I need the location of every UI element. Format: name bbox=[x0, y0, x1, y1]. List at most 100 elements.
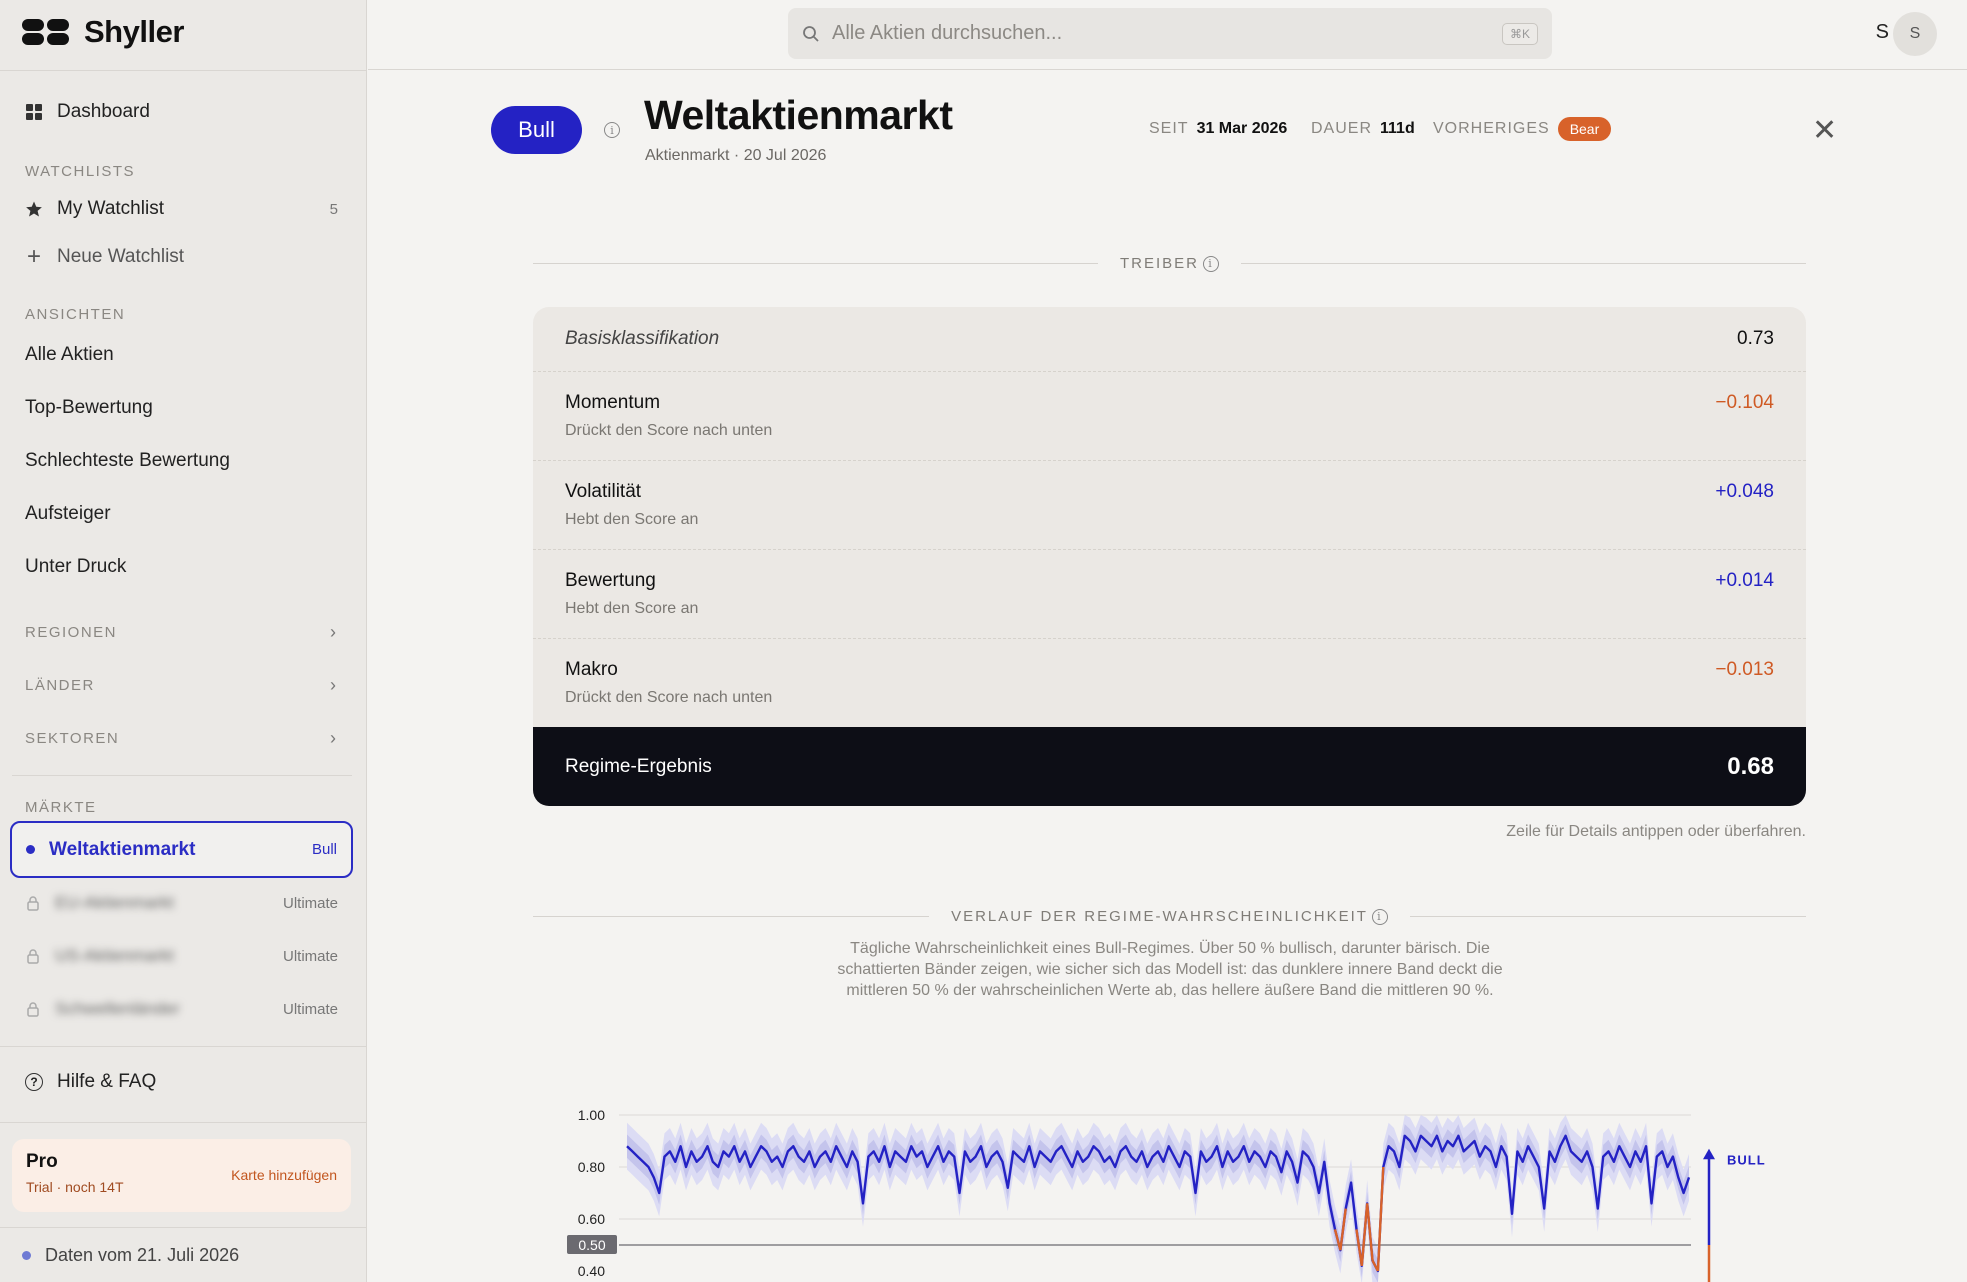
sidebar-item-under-pressure[interactable]: Unter Druck bbox=[25, 556, 126, 578]
sidebar-group-sectors[interactable]: SEKTOREN › bbox=[25, 728, 336, 749]
meta-label: VORHERIGES bbox=[1433, 120, 1550, 137]
info-icon[interactable]: i bbox=[604, 122, 620, 138]
group-label: LÄNDER bbox=[25, 677, 95, 694]
y-tick-label: 1.00 bbox=[578, 1107, 605, 1123]
search-input[interactable]: Alle Aktien durchsuchen... ⌘K bbox=[788, 8, 1552, 59]
lock-icon bbox=[25, 1001, 41, 1017]
sidebar-item-locked-market[interactable]: Schwellenländer Ultimate bbox=[25, 999, 338, 1019]
sidebar-item-locked-market[interactable]: EU-Aktienmarkt Ultimate bbox=[25, 893, 338, 913]
app-logo[interactable]: Shyller bbox=[22, 14, 184, 50]
chevron-right-icon: › bbox=[330, 675, 336, 695]
plan-card: Pro Trial · noch 14T Karte hinzufügen bbox=[12, 1139, 351, 1212]
sidebar-group-countries[interactable]: LÄNDER › bbox=[25, 675, 336, 696]
regime-tag: Bull bbox=[311, 841, 337, 858]
watchlists-heading: WATCHLISTS bbox=[25, 163, 136, 180]
close-icon[interactable]: ✕ bbox=[1812, 116, 1837, 146]
divider bbox=[0, 1046, 366, 1047]
star-icon bbox=[25, 200, 43, 218]
sidebar-item-dashboard[interactable]: Dashboard bbox=[25, 101, 338, 123]
driver-row[interactable]: Bewertung Hebt den Score an +0.014 bbox=[533, 550, 1806, 639]
driver-description: Drückt den Score nach unten bbox=[565, 689, 773, 706]
chevron-right-icon: › bbox=[330, 622, 336, 642]
sidebar-item-label: My Watchlist bbox=[57, 198, 164, 219]
driver-row[interactable]: Volatilität Hebt den Score an +0.048 bbox=[533, 461, 1806, 550]
divider bbox=[1241, 263, 1807, 264]
sidebar-item-my-watchlist[interactable]: My Watchlist 5 bbox=[25, 198, 338, 220]
y-tick-label: 0.40 bbox=[578, 1263, 605, 1279]
data-date-status: Daten vom 21. Juli 2026 bbox=[22, 1245, 239, 1266]
search-placeholder: Alle Aktien durchsuchen... bbox=[832, 22, 1063, 44]
drivers-table: Basisklassifikation 0.73 Momentum Drückt… bbox=[533, 307, 1806, 806]
driver-label: Bewertung bbox=[565, 570, 656, 591]
history-description: Tägliche Wahrscheinlichkeit eines Bull-R… bbox=[837, 940, 1503, 999]
driver-value: −0.013 bbox=[1715, 659, 1774, 680]
table-hint: Zeile für Details antippen oder überfahr… bbox=[1506, 823, 1806, 840]
page-title: Weltaktienmarkt bbox=[644, 92, 953, 138]
history-section-heading: VERLAUF DER REGIME-WAHRSCHEINLICHKEIT i bbox=[533, 908, 1807, 925]
new-watchlist-button[interactable]: + Neue Watchlist bbox=[25, 243, 338, 270]
divider bbox=[0, 70, 366, 71]
group-label: SEKTOREN bbox=[25, 730, 120, 747]
status-dot bbox=[26, 845, 35, 854]
driver-value: 0.73 bbox=[1737, 328, 1774, 349]
help-faq-link[interactable]: ? Hilfe & FAQ bbox=[25, 1071, 156, 1093]
sidebar-item-world-market[interactable]: Weltaktienmarkt Bull bbox=[10, 821, 353, 878]
meta-since: SEIT 31 Mar 2026 bbox=[1149, 120, 1287, 138]
sidebar-group-regions[interactable]: REGIONEN › bbox=[25, 622, 336, 643]
divider bbox=[0, 1122, 366, 1123]
previous-regime-badge: Bear bbox=[1557, 117, 1612, 141]
add-card-link[interactable]: Karte hinzufügen bbox=[231, 1167, 337, 1183]
avatar[interactable]: S bbox=[1893, 12, 1937, 56]
section-label: TREIBER i bbox=[1098, 255, 1241, 272]
driver-description: Hebt den Score an bbox=[565, 511, 699, 528]
driver-row[interactable]: Makro Drückt den Score nach unten −0.013 bbox=[533, 639, 1806, 727]
sidebar-item-locked-market[interactable]: US-Aktienmarkt Ultimate bbox=[25, 946, 338, 966]
keyboard-shortcut: ⌘K bbox=[1501, 22, 1538, 45]
meta-value: 111d bbox=[1380, 120, 1415, 137]
market-label: Weltaktienmarkt bbox=[49, 838, 196, 860]
result-label: Regime-Ergebnis bbox=[565, 755, 712, 777]
meta-duration: DAUER 111d bbox=[1311, 120, 1415, 138]
meta-label: DAUER bbox=[1311, 120, 1373, 137]
section-label: VERLAUF DER REGIME-WAHRSCHEINLICHKEIT i bbox=[929, 908, 1410, 925]
market-label: US-Aktienmarkt bbox=[55, 946, 175, 965]
lock-icon bbox=[25, 895, 41, 911]
sidebar: Shyller Dashboard WATCHLISTS My Watchlis… bbox=[0, 0, 367, 1282]
app-name: Shyller bbox=[84, 14, 184, 49]
info-icon[interactable]: i bbox=[1371, 908, 1388, 925]
sidebar-item-all-stocks[interactable]: Alle Aktien bbox=[25, 344, 114, 366]
driver-label: Momentum bbox=[565, 392, 661, 413]
driver-value: +0.014 bbox=[1715, 570, 1774, 591]
result-value: 0.68 bbox=[1727, 752, 1774, 780]
group-label: REGIONEN bbox=[25, 624, 118, 641]
driver-value: +0.048 bbox=[1715, 481, 1774, 502]
user-initial[interactable]: S bbox=[1876, 21, 1889, 44]
help-icon: ? bbox=[25, 1073, 43, 1091]
regime-badge: Bull bbox=[491, 106, 582, 154]
regime-probability-chart[interactable]: 1.00 0.80 0.60 0.50 0.40 BULL bbox=[533, 1090, 1833, 1282]
divider bbox=[1409, 916, 1807, 917]
sidebar-item-top-rated[interactable]: Top-Bewertung bbox=[25, 397, 153, 419]
regime-result-row[interactable]: Regime-Ergebnis 0.68 bbox=[533, 727, 1806, 806]
driver-row-base[interactable]: Basisklassifikation 0.73 bbox=[533, 307, 1806, 372]
top-bar: Alle Aktien durchsuchen... ⌘K S S bbox=[368, 0, 1967, 70]
section-title: VERLAUF DER REGIME-WAHRSCHEINLICHKEIT bbox=[951, 908, 1368, 925]
sidebar-item-label: Neue Watchlist bbox=[57, 246, 185, 267]
chevron-right-icon: › bbox=[330, 728, 336, 748]
meta-label: SEIT bbox=[1149, 120, 1189, 137]
meta-previous: VORHERIGES Bear bbox=[1433, 117, 1612, 141]
divider bbox=[0, 1227, 366, 1228]
sidebar-item-worst-rated[interactable]: Schlechteste Bewertung bbox=[25, 450, 230, 472]
divider bbox=[12, 775, 352, 776]
section-title: TREIBER bbox=[1120, 255, 1200, 272]
bull-arrow-head bbox=[1703, 1148, 1715, 1160]
market-label: EU-Aktienmarkt bbox=[55, 893, 175, 912]
lock-icon bbox=[25, 948, 41, 964]
data-date-label: Daten vom 21. Juli 2026 bbox=[45, 1245, 240, 1265]
plus-icon: + bbox=[26, 243, 41, 270]
driver-label: Basisklassifikation bbox=[565, 328, 720, 349]
views-heading: ANSICHTEN bbox=[25, 306, 126, 323]
sidebar-item-risers[interactable]: Aufsteiger bbox=[25, 503, 111, 525]
info-icon[interactable]: i bbox=[1203, 255, 1220, 272]
driver-row[interactable]: Momentum Drückt den Score nach unten −0.… bbox=[533, 372, 1806, 461]
